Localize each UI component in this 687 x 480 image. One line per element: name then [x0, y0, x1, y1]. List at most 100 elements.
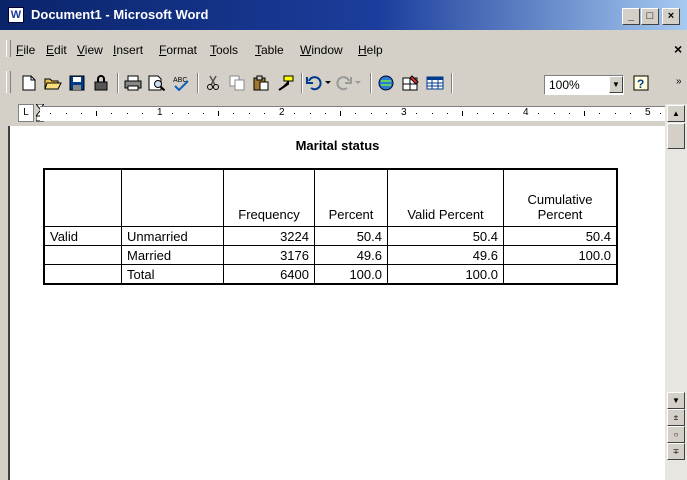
title-bar[interactable]: W Document1 - Microsoft Word _ □ ×	[0, 0, 687, 30]
save-icon[interactable]	[66, 72, 88, 94]
ruler-dot	[447, 113, 448, 114]
vertical-scrollbar[interactable]: ▲ ▼ ± ○ ∓	[665, 104, 687, 480]
ruler-dot	[81, 113, 82, 114]
tables-borders-icon[interactable]	[400, 72, 422, 94]
table-cell: Total	[121, 264, 224, 285]
ruler-dot	[203, 113, 204, 114]
new-document-icon[interactable]	[18, 72, 40, 94]
menu-window[interactable]: Window	[300, 43, 343, 57]
ruler-number: 4	[523, 107, 529, 118]
scroll-up-button[interactable]: ▲	[667, 105, 685, 122]
menu-grip[interactable]	[6, 40, 11, 57]
menu-help[interactable]: Help	[358, 43, 383, 57]
help-icon[interactable]: ?	[630, 72, 652, 94]
ruler-dot	[310, 113, 311, 114]
next-page-button[interactable]: ∓	[667, 443, 685, 460]
toolbar-grip[interactable]	[6, 71, 11, 93]
menu-tools[interactable]: Tools	[210, 43, 238, 57]
document-left-margin	[0, 126, 8, 480]
table-header-cell	[121, 168, 224, 227]
open-folder-icon[interactable]	[42, 72, 64, 94]
print-preview-icon[interactable]	[146, 72, 168, 94]
menu-insert[interactable]: Insert	[113, 43, 143, 57]
menu-file[interactable]: File	[16, 43, 35, 57]
ruler-dot	[111, 113, 112, 114]
toolbar-separator	[117, 73, 119, 93]
table-header-cell	[43, 168, 122, 227]
print-icon[interactable]	[122, 72, 144, 94]
frequency-table[interactable]: Frequency Percent Valid Percent Cumulati…	[43, 168, 618, 285]
scroll-down-button[interactable]: ▼	[667, 392, 685, 409]
ruler-dot	[538, 113, 539, 114]
ruler-half-tick	[584, 111, 585, 116]
menu-view[interactable]: View	[77, 43, 103, 57]
ruler-row: L 1 2 3 4 5	[18, 103, 665, 126]
ruler-dot	[493, 113, 494, 114]
ruler-dot	[142, 113, 143, 114]
ruler-dot	[188, 113, 189, 114]
hyperlink-icon[interactable]	[376, 72, 398, 94]
maximize-button[interactable]: □	[641, 8, 659, 25]
copy-icon[interactable]	[226, 72, 248, 94]
table-cell: 49.6	[314, 245, 388, 265]
toolbar-options-icon[interactable]: »	[676, 76, 682, 87]
tab-selector-icon[interactable]: L	[18, 104, 34, 122]
table-cell: 50.4	[387, 226, 504, 246]
table-cell: 100.0	[314, 264, 388, 285]
ruler-dot	[66, 113, 67, 114]
horizontal-ruler[interactable]: 1 2 3 4 5	[40, 106, 665, 121]
svg-text:?: ?	[637, 77, 644, 91]
table-cell: 50.4	[503, 226, 618, 246]
table-cell	[43, 264, 122, 285]
minimize-button[interactable]: _	[622, 8, 640, 25]
standard-toolbar: ABC 100% ▼ ? »	[0, 66, 687, 98]
permission-icon[interactable]	[90, 72, 112, 94]
table-cell: 50.4	[314, 226, 388, 246]
ruler-dot	[569, 113, 570, 114]
menu-edit[interactable]: Edit	[46, 43, 67, 57]
close-button[interactable]: ×	[662, 8, 680, 25]
select-browse-object-button[interactable]: ○	[667, 426, 685, 443]
previous-page-button[interactable]: ±	[667, 409, 685, 426]
scroll-thumb[interactable]	[667, 123, 685, 149]
table-row: Married 3176 49.6 49.6 100.0	[43, 245, 618, 265]
ruler-half-tick	[462, 111, 463, 116]
word-app-icon[interactable]: W	[8, 7, 24, 23]
table-cell: 6400	[223, 264, 315, 285]
zoom-dropdown[interactable]: 100% ▼	[544, 75, 624, 95]
table-cell: 49.6	[387, 245, 504, 265]
ruler-dot	[355, 113, 356, 114]
ruler-dot	[660, 113, 661, 114]
ruler-dot	[50, 113, 51, 114]
document-page[interactable]: Marital status Frequency Percent Valid P…	[8, 126, 665, 480]
paste-icon[interactable]	[250, 72, 272, 94]
table-header-cell: Frequency	[223, 168, 315, 227]
table-row: Valid Unmarried 3224 50.4 50.4 50.4	[43, 226, 618, 246]
zoom-value: 100%	[549, 78, 580, 92]
table-cell	[503, 264, 618, 285]
ruler-dot	[599, 113, 600, 114]
insert-table-icon[interactable]	[424, 72, 446, 94]
menu-format[interactable]: Format	[159, 43, 197, 57]
ruler-dot	[172, 113, 173, 114]
menu-table[interactable]: Table	[255, 43, 284, 57]
table-header-cell: Valid Percent	[387, 168, 504, 227]
ruler-half-tick	[340, 111, 341, 116]
redo-icon[interactable]	[336, 72, 361, 94]
undo-icon[interactable]	[306, 72, 331, 94]
table-cell: Unmarried	[121, 226, 224, 246]
cut-icon[interactable]	[202, 72, 224, 94]
ruler-dot	[233, 113, 234, 114]
ruler-number: 1	[157, 107, 163, 118]
toolbar-separator	[370, 73, 372, 93]
chevron-down-icon[interactable]: ▼	[609, 76, 623, 93]
document-close-button[interactable]: ×	[674, 41, 682, 57]
ruler-number: 3	[401, 107, 407, 118]
table-cell: 100.0	[503, 245, 618, 265]
ruler-dot	[477, 113, 478, 114]
spelling-icon[interactable]: ABC	[170, 72, 192, 94]
table-cell: Married	[121, 245, 224, 265]
table-cell	[43, 245, 122, 265]
format-painter-icon[interactable]	[274, 72, 296, 94]
table-cell: 3224	[223, 226, 315, 246]
